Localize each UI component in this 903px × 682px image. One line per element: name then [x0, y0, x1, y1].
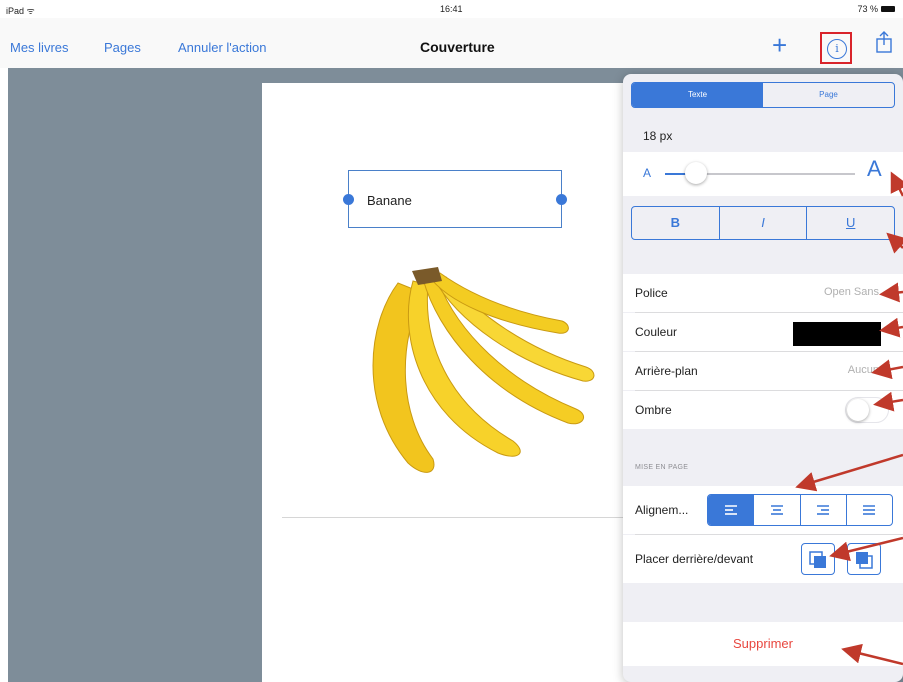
italic-button[interactable]: I: [720, 207, 808, 239]
font-size-row: 18 px: [623, 118, 903, 152]
big-a-icon: A: [867, 156, 882, 181]
couleur-label: Couleur: [635, 325, 678, 339]
undo-link[interactable]: Annuler l'action: [178, 40, 266, 55]
alignment-row: Alignem...: [623, 486, 903, 534]
info-icon[interactable]: i: [827, 39, 847, 59]
underline-button[interactable]: U: [807, 207, 894, 239]
bring-forward-icon: [856, 552, 873, 569]
text-box[interactable]: Banane: [343, 170, 567, 228]
police-value: Open Sans: [823, 286, 879, 298]
page-divider: [282, 517, 662, 518]
align-justify-button[interactable]: [847, 495, 892, 525]
arriere-plan-label: Arrière-plan: [635, 364, 698, 378]
panel-tabs: Texte Page: [631, 82, 895, 108]
top-navbar: Mes livres Pages Annuler l'action Couver…: [0, 18, 903, 68]
pages-link[interactable]: Pages: [104, 40, 141, 55]
share-icon[interactable]: [874, 30, 894, 54]
delete-row: Supprimer: [623, 622, 903, 666]
resize-handle-left[interactable]: [343, 194, 354, 205]
text-style-row: B I U: [623, 196, 903, 250]
font-size-slider-row: A A: [623, 152, 903, 196]
align-left-icon: [724, 505, 737, 515]
section-header: MISE EN PAGE: [635, 464, 689, 471]
tab-text[interactable]: Texte: [632, 83, 763, 107]
align-justify-icon: [863, 505, 876, 515]
battery-icon: [881, 6, 895, 12]
font-size-value: 18 px: [643, 129, 673, 143]
police-row[interactable]: Police Open Sans: [623, 274, 903, 312]
align-center-icon: [770, 505, 783, 515]
status-bar: iPad ᯤ 16:41 73 %: [0, 0, 903, 18]
ombre-label: Ombre: [635, 403, 672, 417]
arriere-plan-value: Aucun: [847, 364, 879, 376]
alignment-label: Alignem...: [635, 503, 689, 517]
small-a-icon: A: [643, 166, 652, 180]
ombre-row: Ombre: [623, 391, 903, 429]
my-books-link[interactable]: Mes livres: [10, 40, 69, 55]
tab-page[interactable]: Page: [763, 83, 894, 107]
delete-button[interactable]: Supprimer: [733, 636, 793, 651]
info-highlight-box: i: [820, 32, 852, 64]
align-right-button[interactable]: [801, 495, 847, 525]
status-time: 16:41: [440, 4, 463, 14]
banana-image[interactable]: [328, 263, 598, 483]
resize-handle-right[interactable]: [556, 194, 567, 205]
format-panel: Texte Page 18 px A A B I U Police Open S…: [623, 74, 903, 682]
battery-indicator: 73 %: [857, 4, 895, 14]
text-style-buttons: B I U: [631, 206, 895, 240]
bring-forward-button[interactable]: [847, 543, 881, 575]
font-size-slider-thumb[interactable]: [685, 162, 707, 184]
align-right-icon: [817, 505, 830, 515]
send-backward-icon: [809, 551, 826, 568]
text-box-content[interactable]: Banane: [367, 193, 412, 208]
align-center-button[interactable]: [754, 495, 801, 525]
battery-percent: 73 %: [857, 4, 878, 14]
alignment-buttons: [707, 494, 893, 526]
couleur-row[interactable]: Couleur: [623, 313, 903, 351]
send-backward-button[interactable]: [801, 543, 835, 575]
add-icon[interactable]: +: [772, 32, 787, 58]
book-page[interactable]: Banane: [262, 83, 672, 682]
toggle-knob: [847, 399, 869, 421]
color-swatch[interactable]: [793, 322, 881, 346]
align-left-button[interactable]: [708, 495, 755, 525]
layer-label: Placer derrière/devant: [635, 552, 754, 566]
shadow-toggle[interactable]: [845, 397, 889, 423]
police-label: Police: [635, 286, 668, 300]
device-label: iPad ᯤ: [6, 6, 35, 16]
bold-button[interactable]: B: [632, 207, 720, 239]
layer-row: Placer derrière/devant: [623, 535, 903, 583]
page-title: Couverture: [420, 39, 495, 55]
arriere-plan-row[interactable]: Arrière-plan Aucun: [623, 352, 903, 390]
